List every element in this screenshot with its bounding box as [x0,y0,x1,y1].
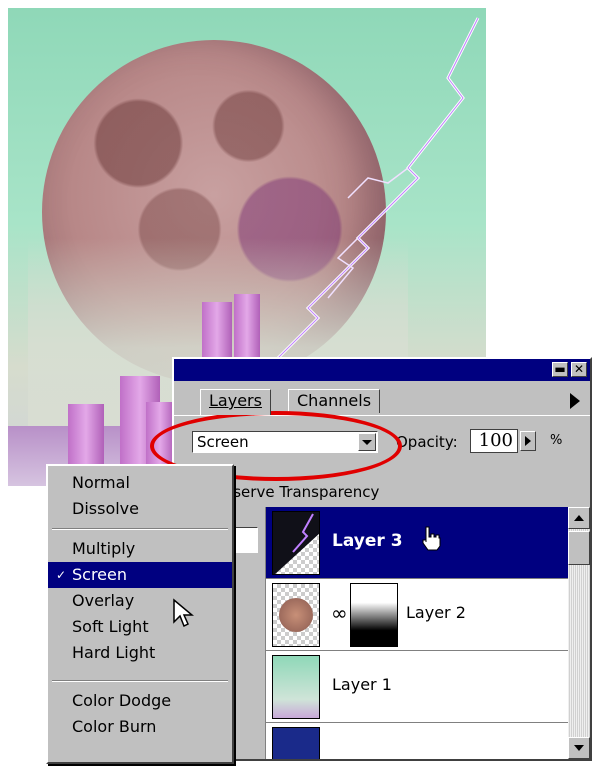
tab-layers[interactable]: Layers [200,389,271,415]
layer-name: Layer 3 [332,531,403,551]
layer-mask-thumbnail [350,583,398,647]
menu-item-normal[interactable]: Normal [48,470,232,496]
opacity-input[interactable]: 100 [470,429,518,453]
scroll-up-icon[interactable] [568,507,590,529]
opacity-unit: % [550,433,563,448]
brush-icon: 𝒷 [230,527,258,553]
layer-thumbnail [272,583,320,647]
menu-item-color-dodge[interactable]: Color Dodge [48,688,232,714]
menu-item-color-burn[interactable]: Color Burn [48,714,232,740]
layer-thumbnail [272,511,320,575]
menu-item-multiply[interactable]: Multiply [48,536,232,562]
menu-item-screen[interactable]: ✓ Screen [48,562,232,588]
layers-scrollbar[interactable] [568,507,590,759]
preserve-transparency-label[interactable]: eserve Transparency [224,483,379,501]
layers-palette: ▬ ✕ Layers Channels Screen Opacity: 100 … [150,357,592,761]
palette-title-bar[interactable]: ▬ ✕ [174,359,590,381]
menu-item-dissolve[interactable]: Dissolve [48,496,232,522]
close-icon[interactable]: ✕ [571,362,587,377]
hand-cursor-icon [422,526,441,551]
palette-menu-arrow-icon[interactable] [570,393,580,409]
layer-name: Layer 2 [406,603,466,622]
opacity-slider-arrow[interactable] [520,431,536,451]
menu-separator [52,528,228,530]
scroll-down-icon[interactable] [568,737,590,759]
layer-name: Layer 1 [332,675,392,694]
menu-item-soft-light[interactable]: Soft Light [48,614,232,640]
layer-thumbnail [272,655,320,719]
arrow-cursor-icon [173,598,194,628]
opacity-label: Opacity: [396,433,458,451]
link-icon: ∞ [331,601,348,625]
check-icon: ✓ [56,568,67,582]
menu-separator [52,680,228,682]
minimize-icon[interactable]: ▬ [552,362,568,377]
menu-item-overlay[interactable]: Overlay [48,588,232,614]
menu-item-hard-light[interactable]: Hard Light [48,640,232,666]
blend-mode-menu: Normal Dissolve Multiply ✓ Screen Overla… [46,464,234,764]
scroll-thumb[interactable] [568,531,590,565]
tab-channels[interactable]: Channels [288,389,381,413]
